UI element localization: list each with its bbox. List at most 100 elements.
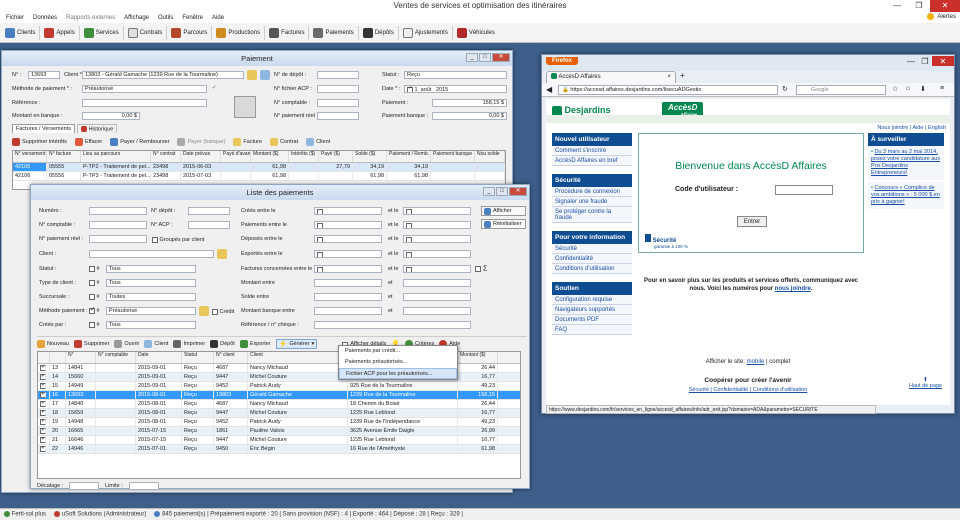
date-checkbox[interactable] bbox=[317, 223, 323, 228]
sidebar-link[interactable]: Documents PDF bbox=[552, 315, 632, 325]
table-row[interactable]: 2016665 2015-07-15Reçu1861Pauline Valois3… bbox=[38, 427, 520, 436]
paiement-banque-field[interactable]: 0,00 $ bbox=[432, 112, 507, 120]
effacer-button[interactable]: Effacer bbox=[74, 137, 102, 147]
date-checkbox[interactable] bbox=[317, 209, 323, 214]
credit-checkbox-box[interactable] bbox=[212, 309, 218, 315]
tab-historique[interactable]: Historique bbox=[77, 124, 118, 134]
close-icon[interactable]: ✕ bbox=[509, 187, 527, 196]
toolbar-clients[interactable]: Clients bbox=[2, 24, 38, 42]
column-header[interactable]: Date bbox=[136, 352, 182, 363]
crees-to-date[interactable] bbox=[403, 207, 471, 215]
menu-item-fichier-acp[interactable]: Fichier ACP pour les préautorisés... bbox=[339, 368, 457, 379]
column-header[interactable]: N° facture bbox=[47, 151, 81, 162]
table-row[interactable]: 42105 05555 P-TP2 - Traitement de pel... 23… bbox=[13, 163, 505, 172]
sidebar-link[interactable]: Se protéger contre la fraude bbox=[552, 207, 632, 223]
toolbar-paiements[interactable]: Paiements bbox=[310, 24, 356, 42]
sidebar-link[interactable]: Comment s'inscrire bbox=[552, 146, 632, 156]
maximize-icon[interactable]: □ bbox=[496, 187, 508, 196]
toolbar-appels[interactable]: Appels bbox=[41, 24, 77, 42]
toolbar-ajustements[interactable]: Ajustements bbox=[400, 24, 451, 42]
paiement-reel-filter-field[interactable] bbox=[89, 235, 147, 243]
montant-banque-to-field[interactable] bbox=[403, 307, 471, 315]
reinitialiser-button[interactable]: Réinitialiser bbox=[481, 219, 526, 229]
entrer-button[interactable]: Entrer bbox=[737, 216, 767, 227]
date-checkbox[interactable] bbox=[407, 86, 413, 92]
sidebar-link[interactable]: Signaler une fraude bbox=[552, 197, 632, 207]
sidebar-link[interactable]: AccèsD Affaires en bref bbox=[552, 156, 632, 166]
table-row[interactable]: 42106 05556 P-TP3 - Traitement de pel... 23… bbox=[13, 172, 505, 181]
montant-banque-field[interactable]: 0,00 $ bbox=[82, 112, 140, 120]
exportes-to-date[interactable] bbox=[403, 250, 471, 258]
montant-from-field[interactable] bbox=[314, 279, 382, 287]
row-checkbox-box[interactable] bbox=[40, 374, 46, 381]
column-header[interactable]: N° comptable bbox=[96, 352, 136, 363]
back-icon[interactable]: ◀ bbox=[546, 85, 552, 94]
exportes-from-date[interactable] bbox=[314, 250, 382, 258]
exporter-button[interactable]: Exporter bbox=[239, 339, 271, 349]
paiements-from-date[interactable] bbox=[314, 221, 382, 229]
table-row[interactable]: 1613693 2015-08-01Reçu13803Gérald Gamache… bbox=[38, 391, 520, 400]
depot-filter-field[interactable] bbox=[188, 207, 230, 215]
bookmark-icon[interactable]: ☆ bbox=[892, 85, 898, 93]
column-header[interactable]: Montant ($) bbox=[251, 151, 289, 162]
table-row[interactable]: 18156592015-08-01Reçu9447Michel Couture1… bbox=[38, 409, 520, 418]
maximize-icon[interactable]: ❐ bbox=[918, 56, 932, 68]
column-header[interactable]: Montant ($) bbox=[458, 352, 498, 363]
sidebar-link[interactable]: Navigateurs supportés bbox=[552, 305, 632, 315]
statut-select[interactable]: Tous bbox=[106, 265, 196, 273]
close-icon[interactable]: ✕ bbox=[930, 0, 960, 12]
solde-from-field[interactable] bbox=[314, 293, 382, 301]
reference-filter-field[interactable] bbox=[314, 321, 471, 329]
folder-icon[interactable] bbox=[247, 70, 257, 80]
minimize-icon[interactable]: _ bbox=[483, 187, 495, 196]
factures-to-date[interactable] bbox=[403, 265, 471, 273]
tab-factures[interactable]: Factures / Versements bbox=[12, 124, 76, 134]
paiement-reel-field[interactable] bbox=[317, 112, 359, 120]
nouveau-button[interactable]: Nouveau bbox=[37, 339, 69, 349]
row-checkbox[interactable] bbox=[38, 373, 50, 381]
toolbar-factures[interactable]: Factures bbox=[266, 24, 307, 42]
maximize-icon[interactable]: ❐ bbox=[908, 0, 930, 12]
column-header[interactable]: Payé d'avance bbox=[221, 151, 251, 162]
minimize-icon[interactable]: — bbox=[904, 56, 918, 68]
comptable-filter-field[interactable] bbox=[89, 221, 147, 229]
limite-field[interactable] bbox=[129, 482, 159, 490]
client-button[interactable]: Client bbox=[306, 137, 330, 147]
groupes-checkbox-box[interactable] bbox=[152, 237, 158, 243]
depot-field[interactable] bbox=[317, 71, 359, 79]
imprimer-button[interactable]: Imprimer bbox=[173, 339, 205, 349]
client-list-button[interactable]: Client bbox=[144, 339, 168, 349]
liste-titlebar[interactable]: Liste des paiements _ □ ✕ bbox=[31, 185, 529, 200]
type-client-select[interactable]: Tous bbox=[106, 279, 196, 287]
row-checkbox[interactable] bbox=[38, 382, 50, 390]
sidebar-link[interactable]: Conditions d'utilisation bbox=[552, 264, 632, 274]
crees-checkbox[interactable]: # bbox=[89, 321, 100, 328]
table-row[interactable]: 1914948 2015-08-01Reçu9452Patrick Audy123… bbox=[38, 418, 520, 427]
toolbar-vehicules[interactable]: Véhicules bbox=[454, 24, 498, 42]
toolbar-services[interactable]: Services bbox=[81, 24, 122, 42]
methode-checkbox[interactable]: # bbox=[89, 306, 100, 314]
column-header[interactable]: N° client bbox=[214, 352, 248, 363]
row-checkbox[interactable] bbox=[38, 364, 50, 372]
paiements-to-date[interactable] bbox=[403, 221, 471, 229]
decalage-field[interactable] bbox=[69, 482, 99, 490]
folder-icon[interactable] bbox=[217, 249, 227, 259]
column-header[interactable]: N° versement bbox=[13, 151, 47, 162]
menu-icon[interactable]: ≡ bbox=[940, 85, 944, 92]
column-header[interactable]: Client bbox=[248, 352, 348, 363]
date-checkbox[interactable] bbox=[406, 237, 412, 242]
crees-from-date[interactable] bbox=[314, 207, 382, 215]
sum-checkbox-box[interactable] bbox=[475, 266, 481, 272]
contrat-button[interactable]: Contrat bbox=[270, 137, 298, 147]
credit-checkbox[interactable]: Crédit bbox=[212, 308, 234, 315]
menu-item-paiements-credit[interactable]: Paiements par crédit... bbox=[339, 346, 457, 357]
solde-to-field[interactable] bbox=[403, 293, 471, 301]
facture-button[interactable]: Facture bbox=[233, 137, 262, 147]
surveiller-link-1[interactable]: Du 3 mars au 2 mai 2014, posez votre can… bbox=[871, 149, 940, 176]
edit-icon[interactable] bbox=[199, 306, 209, 316]
row-checkbox-box[interactable] bbox=[40, 446, 46, 453]
column-header[interactable]: Paiement / Remb. ($) bbox=[387, 151, 431, 162]
generer-button[interactable]: ⚡ Générer ▾ bbox=[275, 339, 318, 349]
row-checkbox-box[interactable] bbox=[40, 419, 46, 426]
close-icon[interactable]: ✕ bbox=[932, 56, 954, 66]
